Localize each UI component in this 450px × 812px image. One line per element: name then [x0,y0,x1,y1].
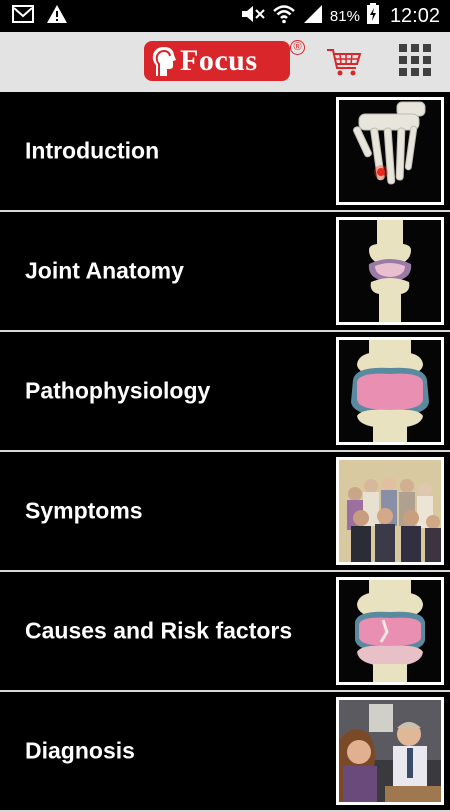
menu-item-introduction[interactable]: Introduction [0,92,450,212]
focus-logo: Focus [144,41,290,81]
menu-item-label: Diagnosis [25,737,135,764]
registered-mark: ® [290,40,305,55]
warning-icon [46,4,68,29]
menu-item-label: Joint Anatomy [25,257,184,284]
menu-item-label: Pathophysiology [25,377,211,404]
head-profile-icon [150,45,178,82]
damaged-joint-thumbnail [336,577,444,685]
wifi-icon [272,4,296,29]
hand-bones-thumbnail [336,97,444,205]
mute-icon [240,4,266,29]
doctor-consultation-thumbnail [336,697,444,805]
menu-item-joint-anatomy[interactable]: Joint Anatomy [0,212,450,332]
clock: 12:02 [389,4,440,27]
menu-item-causes-and-risk-factors[interactable]: Causes and Risk factors [0,572,450,692]
menu-item-symptoms[interactable]: Symptoms [0,452,450,572]
menu-item-label: Introduction [25,137,160,164]
menu-item-label: Causes and Risk factors [25,617,293,644]
menu-item-diagnosis[interactable]: Diagnosis [0,692,450,812]
status-bar: 81% 12:02 [0,0,450,32]
knee-joint-thumbnail [336,217,444,325]
menu-item-pathophysiology[interactable]: Pathophysiology [0,332,450,452]
grid-menu-icon[interactable] [399,44,431,76]
menu-item-label: Symptoms [25,497,143,524]
logo-text: Focus [180,44,258,77]
menu-list: Introduction Joint Anatomy Pathophysiolo… [0,92,450,812]
app-header: Focus ® [0,32,450,92]
cart-icon[interactable] [326,48,362,83]
battery-percent: 81% [329,7,360,25]
inflamed-joint-thumbnail [336,337,444,445]
battery-charging-icon [366,2,380,30]
group-of-people-thumbnail [336,457,444,565]
signal-icon [302,4,324,29]
mail-icon [12,4,34,28]
